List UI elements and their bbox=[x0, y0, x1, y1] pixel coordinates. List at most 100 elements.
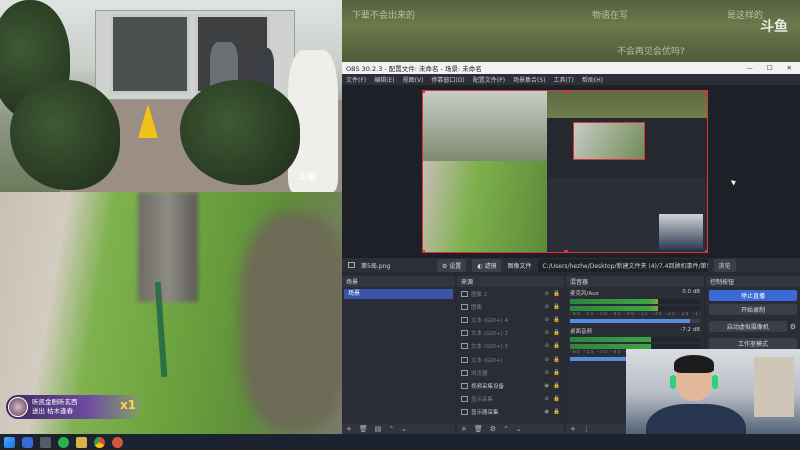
add-source-icon[interactable]: + bbox=[461, 425, 467, 433]
filters-button[interactable]: ◐ 滤镜 bbox=[472, 258, 502, 272]
move-up-icon[interactable]: ⌃ bbox=[503, 425, 509, 433]
gear-icon[interactable]: ⚙ bbox=[790, 323, 800, 331]
lock-icon[interactable]: 🔒 bbox=[553, 409, 560, 415]
scenes-title: 场景 bbox=[346, 279, 359, 286]
add-scene-icon[interactable]: + bbox=[346, 425, 352, 433]
window-title: OBS 30.2.3 - 配置文件: 未命名 - 场景: 未命名 bbox=[346, 65, 482, 73]
caption-text: 物语在写 bbox=[592, 11, 629, 21]
track-name: 麦克风/Aux bbox=[570, 291, 599, 297]
menu-docks[interactable]: 停靠窗口(D) bbox=[431, 75, 464, 84]
move-up-icon[interactable]: ⌃ bbox=[388, 425, 394, 433]
move-down-icon[interactable]: ⌄ bbox=[516, 425, 522, 433]
close-button[interactable]: ✕ bbox=[787, 64, 792, 72]
start-recording-button[interactable]: 开始录制 bbox=[709, 304, 797, 315]
resize-handle[interactable] bbox=[423, 250, 425, 252]
visibility-off-icon[interactable]: ⊘ bbox=[545, 343, 550, 349]
scene-filters-icon[interactable]: ▤ bbox=[375, 425, 382, 433]
visibility-on-icon[interactable]: ◉ bbox=[544, 409, 549, 415]
source-item[interactable]: 显示采集 ⊘ 🔒 bbox=[457, 393, 564, 406]
preview-area[interactable] bbox=[342, 85, 800, 258]
file-explorer-icon[interactable] bbox=[76, 436, 87, 448]
source-item[interactable]: 视频采集设备 ◉ 🔒 bbox=[457, 379, 564, 392]
sources-dock: 来源 图像 2 ⊘ 🔒 图像 ⊘ 🔒 文本 (GDI+) 4 ⊘ 🔒 文本 (GDI+) 2… bbox=[457, 276, 564, 434]
source-item[interactable]: 文本 (GDI+) 4 ⊘ 🔒 bbox=[457, 313, 564, 326]
lock-icon[interactable]: 🔒 bbox=[553, 343, 560, 349]
browse-button[interactable]: 浏览 bbox=[713, 258, 736, 272]
scenes-header: 场景 bbox=[342, 276, 455, 287]
track-name: 桌面音频 bbox=[570, 329, 593, 335]
resize-handle[interactable] bbox=[705, 250, 707, 252]
source-label: 文本 (GDI+) 3 bbox=[471, 344, 509, 351]
source-item[interactable]: 图像 2 ⊘ 🔒 bbox=[457, 287, 564, 300]
windows-start-icon[interactable] bbox=[4, 436, 15, 448]
wechat-icon[interactable] bbox=[58, 436, 69, 448]
windows-taskbar bbox=[0, 434, 800, 450]
stop-streaming-button[interactable]: 停止直播 bbox=[709, 290, 797, 301]
lock-icon[interactable]: 🔒 bbox=[553, 304, 560, 310]
remove-scene-icon[interactable]: 🗑 bbox=[359, 425, 368, 433]
obs-menubar: 文件(F) 编辑(E) 视图(V) 停靠窗口(D) 配置文件(P) 场景集合(S… bbox=[342, 74, 800, 85]
caption-text: 不会再见会优吗? bbox=[617, 47, 685, 57]
source-item[interactable]: 浏览器 ⊘ 🔒 bbox=[457, 366, 564, 379]
mixer-menu-icon[interactable]: ⋮ bbox=[583, 425, 590, 433]
preview-canvas[interactable] bbox=[422, 90, 708, 253]
search-icon[interactable] bbox=[22, 436, 33, 448]
source-item[interactable]: 文本 (GDI+) 2 ⊘ 🔒 bbox=[457, 327, 564, 340]
source-item[interactable]: 文本 (GDI+) 3 ⊘ 🔒 bbox=[457, 340, 564, 353]
source-label: 浏览器 bbox=[471, 370, 488, 377]
source-item[interactable]: 显示器采集 ◉ 🔒 bbox=[457, 406, 564, 419]
source-properties-icon[interactable]: ⚙ bbox=[490, 425, 496, 433]
controls-title: 控制按钮 bbox=[710, 279, 735, 286]
menu-edit[interactable]: 编辑(E) bbox=[374, 75, 394, 84]
preview-nested-canvas bbox=[573, 122, 645, 160]
track-db: 0.0 dB bbox=[682, 289, 700, 295]
visibility-off-icon[interactable]: ⊘ bbox=[545, 291, 550, 297]
menu-view[interactable]: 视图(V) bbox=[403, 75, 424, 84]
level-meter bbox=[570, 299, 700, 304]
visibility-off-icon[interactable]: ⊘ bbox=[545, 330, 550, 336]
lock-icon[interactable]: 🔒 bbox=[553, 370, 560, 376]
obs-icon[interactable] bbox=[112, 436, 123, 448]
lock-icon[interactable]: 🔒 bbox=[553, 396, 560, 402]
volume-slider[interactable] bbox=[570, 319, 700, 323]
start-virtual-camera-button[interactable]: 启动虚拟摄像机 bbox=[709, 321, 787, 332]
resize-handle[interactable] bbox=[564, 91, 568, 93]
add-audio-icon[interactable]: + bbox=[570, 425, 576, 433]
lock-icon[interactable]: 🔒 bbox=[553, 383, 560, 389]
visibility-off-icon[interactable]: ⊘ bbox=[545, 317, 550, 323]
lock-icon[interactable]: 🔒 bbox=[553, 317, 560, 323]
plant-foliage bbox=[180, 80, 300, 185]
visibility-on-icon[interactable]: ◉ bbox=[544, 383, 549, 389]
lock-icon[interactable]: 🔒 bbox=[553, 357, 560, 363]
studio-mode-button[interactable]: 工作室模式 bbox=[709, 338, 797, 349]
source-item[interactable]: 文本 (GDI+) ⊘ 🔒 bbox=[457, 353, 564, 366]
resize-handle[interactable] bbox=[423, 91, 425, 93]
lock-icon[interactable]: 🔒 bbox=[553, 330, 560, 336]
level-meter bbox=[570, 306, 700, 311]
maximize-button[interactable]: ☐ bbox=[767, 64, 773, 72]
visibility-off-icon[interactable]: ⊘ bbox=[545, 370, 550, 376]
move-down-icon[interactable]: ⌄ bbox=[401, 425, 407, 433]
remove-source-icon[interactable]: 🗑 bbox=[474, 425, 483, 433]
meter-scale: -60 -55 -50 -45 -40 -35 -30 -25 -20 -15 … bbox=[570, 312, 700, 317]
menu-help[interactable]: 帮助(H) bbox=[582, 75, 603, 84]
task-view-icon[interactable] bbox=[40, 436, 51, 448]
lock-icon[interactable]: 🔒 bbox=[553, 291, 560, 297]
image-path-field[interactable]: C:/Users/hezhe/Desktop/新建文件夹 (4)/7.4回顾机事… bbox=[537, 258, 708, 272]
preview-webcam bbox=[659, 214, 703, 250]
visibility-off-icon[interactable]: ⊘ bbox=[545, 304, 550, 310]
menu-file[interactable]: 文件(F) bbox=[346, 75, 366, 84]
settings-button[interactable]: ⚙ 设置 bbox=[437, 258, 467, 272]
scene-item[interactable]: 场景 bbox=[344, 289, 453, 299]
menu-profile[interactable]: 配置文件(P) bbox=[473, 75, 505, 84]
chrome-icon[interactable] bbox=[94, 436, 105, 448]
minimize-button[interactable]: — bbox=[746, 64, 753, 72]
settings-label: 设置 bbox=[449, 262, 462, 270]
resize-handle[interactable] bbox=[705, 91, 707, 93]
visibility-off-icon[interactable]: ⊘ bbox=[545, 396, 550, 402]
menu-scene-collection[interactable]: 场景集合(S) bbox=[513, 75, 546, 84]
menu-tools[interactable]: 工具(T) bbox=[554, 75, 574, 84]
source-item[interactable]: 图像 ⊘ 🔒 bbox=[457, 300, 564, 313]
resize-handle[interactable] bbox=[564, 250, 568, 252]
visibility-off-icon[interactable]: ⊘ bbox=[545, 357, 550, 363]
